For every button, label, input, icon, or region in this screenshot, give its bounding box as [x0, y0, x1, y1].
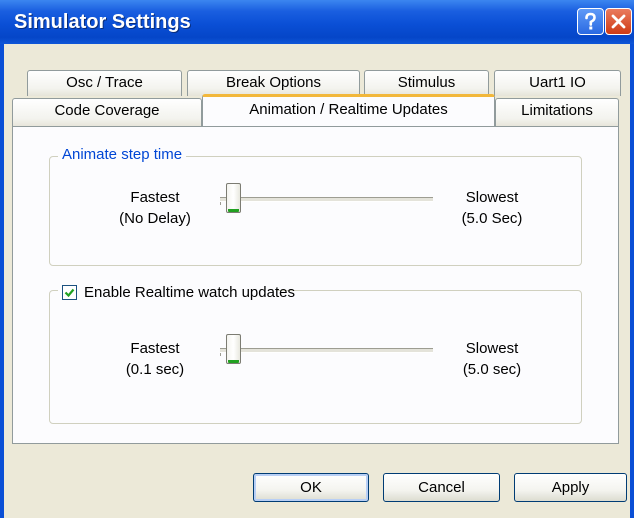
- tab-osc-trace[interactable]: Osc / Trace: [27, 70, 182, 96]
- slider-track: [220, 348, 433, 353]
- animate-step-time-title: Animate step time: [58, 146, 187, 163]
- tab-uart1-io[interactable]: Uart1 IO: [494, 70, 621, 96]
- apply-button[interactable]: Apply: [514, 473, 627, 502]
- animate-slowest-label: Slowest: [465, 189, 519, 206]
- close-icon: [611, 14, 626, 29]
- title-bar[interactable]: Simulator Settings: [0, 0, 634, 44]
- close-button[interactable]: [605, 8, 632, 35]
- slider-thumb[interactable]: [226, 334, 241, 364]
- realtime-checkbox-container[interactable]: Enable Realtime watch updates: [58, 284, 295, 304]
- slider-thumb[interactable]: [226, 183, 241, 213]
- help-button[interactable]: [577, 8, 604, 35]
- realtime-fastest-value: (0.1 sec): [125, 361, 185, 378]
- slider-track: [220, 197, 433, 202]
- question-mark-icon: [585, 12, 596, 30]
- enable-realtime-checkbox[interactable]: [62, 285, 77, 300]
- ok-button[interactable]: OK: [253, 473, 369, 502]
- tab-animation-realtime-updates[interactable]: Animation / Realtime Updates: [202, 94, 495, 126]
- cancel-button[interactable]: Cancel: [383, 473, 500, 502]
- realtime-slowest-label: Slowest: [465, 340, 519, 357]
- animate-slowest-value: (5.0 Sec): [461, 210, 523, 227]
- tab-break-options[interactable]: Break Options: [187, 70, 360, 96]
- simulator-settings-dialog: Simulator Settings Osc / Trace Break Opt…: [0, 0, 634, 518]
- window-title: Simulator Settings: [14, 11, 191, 33]
- tab-code-coverage[interactable]: Code Coverage: [12, 98, 202, 127]
- tab-limitations[interactable]: Limitations: [495, 98, 619, 127]
- enable-realtime-label[interactable]: Enable Realtime watch updates: [84, 284, 295, 301]
- animate-fastest-label: Fastest: [130, 189, 180, 206]
- realtime-slowest-value: (5.0 sec): [462, 361, 522, 378]
- realtime-fastest-label: Fastest: [130, 340, 180, 357]
- checkmark-icon: [64, 288, 75, 298]
- tab-stimulus[interactable]: Stimulus: [364, 70, 489, 96]
- animate-fastest-value: (No Delay): [119, 210, 191, 227]
